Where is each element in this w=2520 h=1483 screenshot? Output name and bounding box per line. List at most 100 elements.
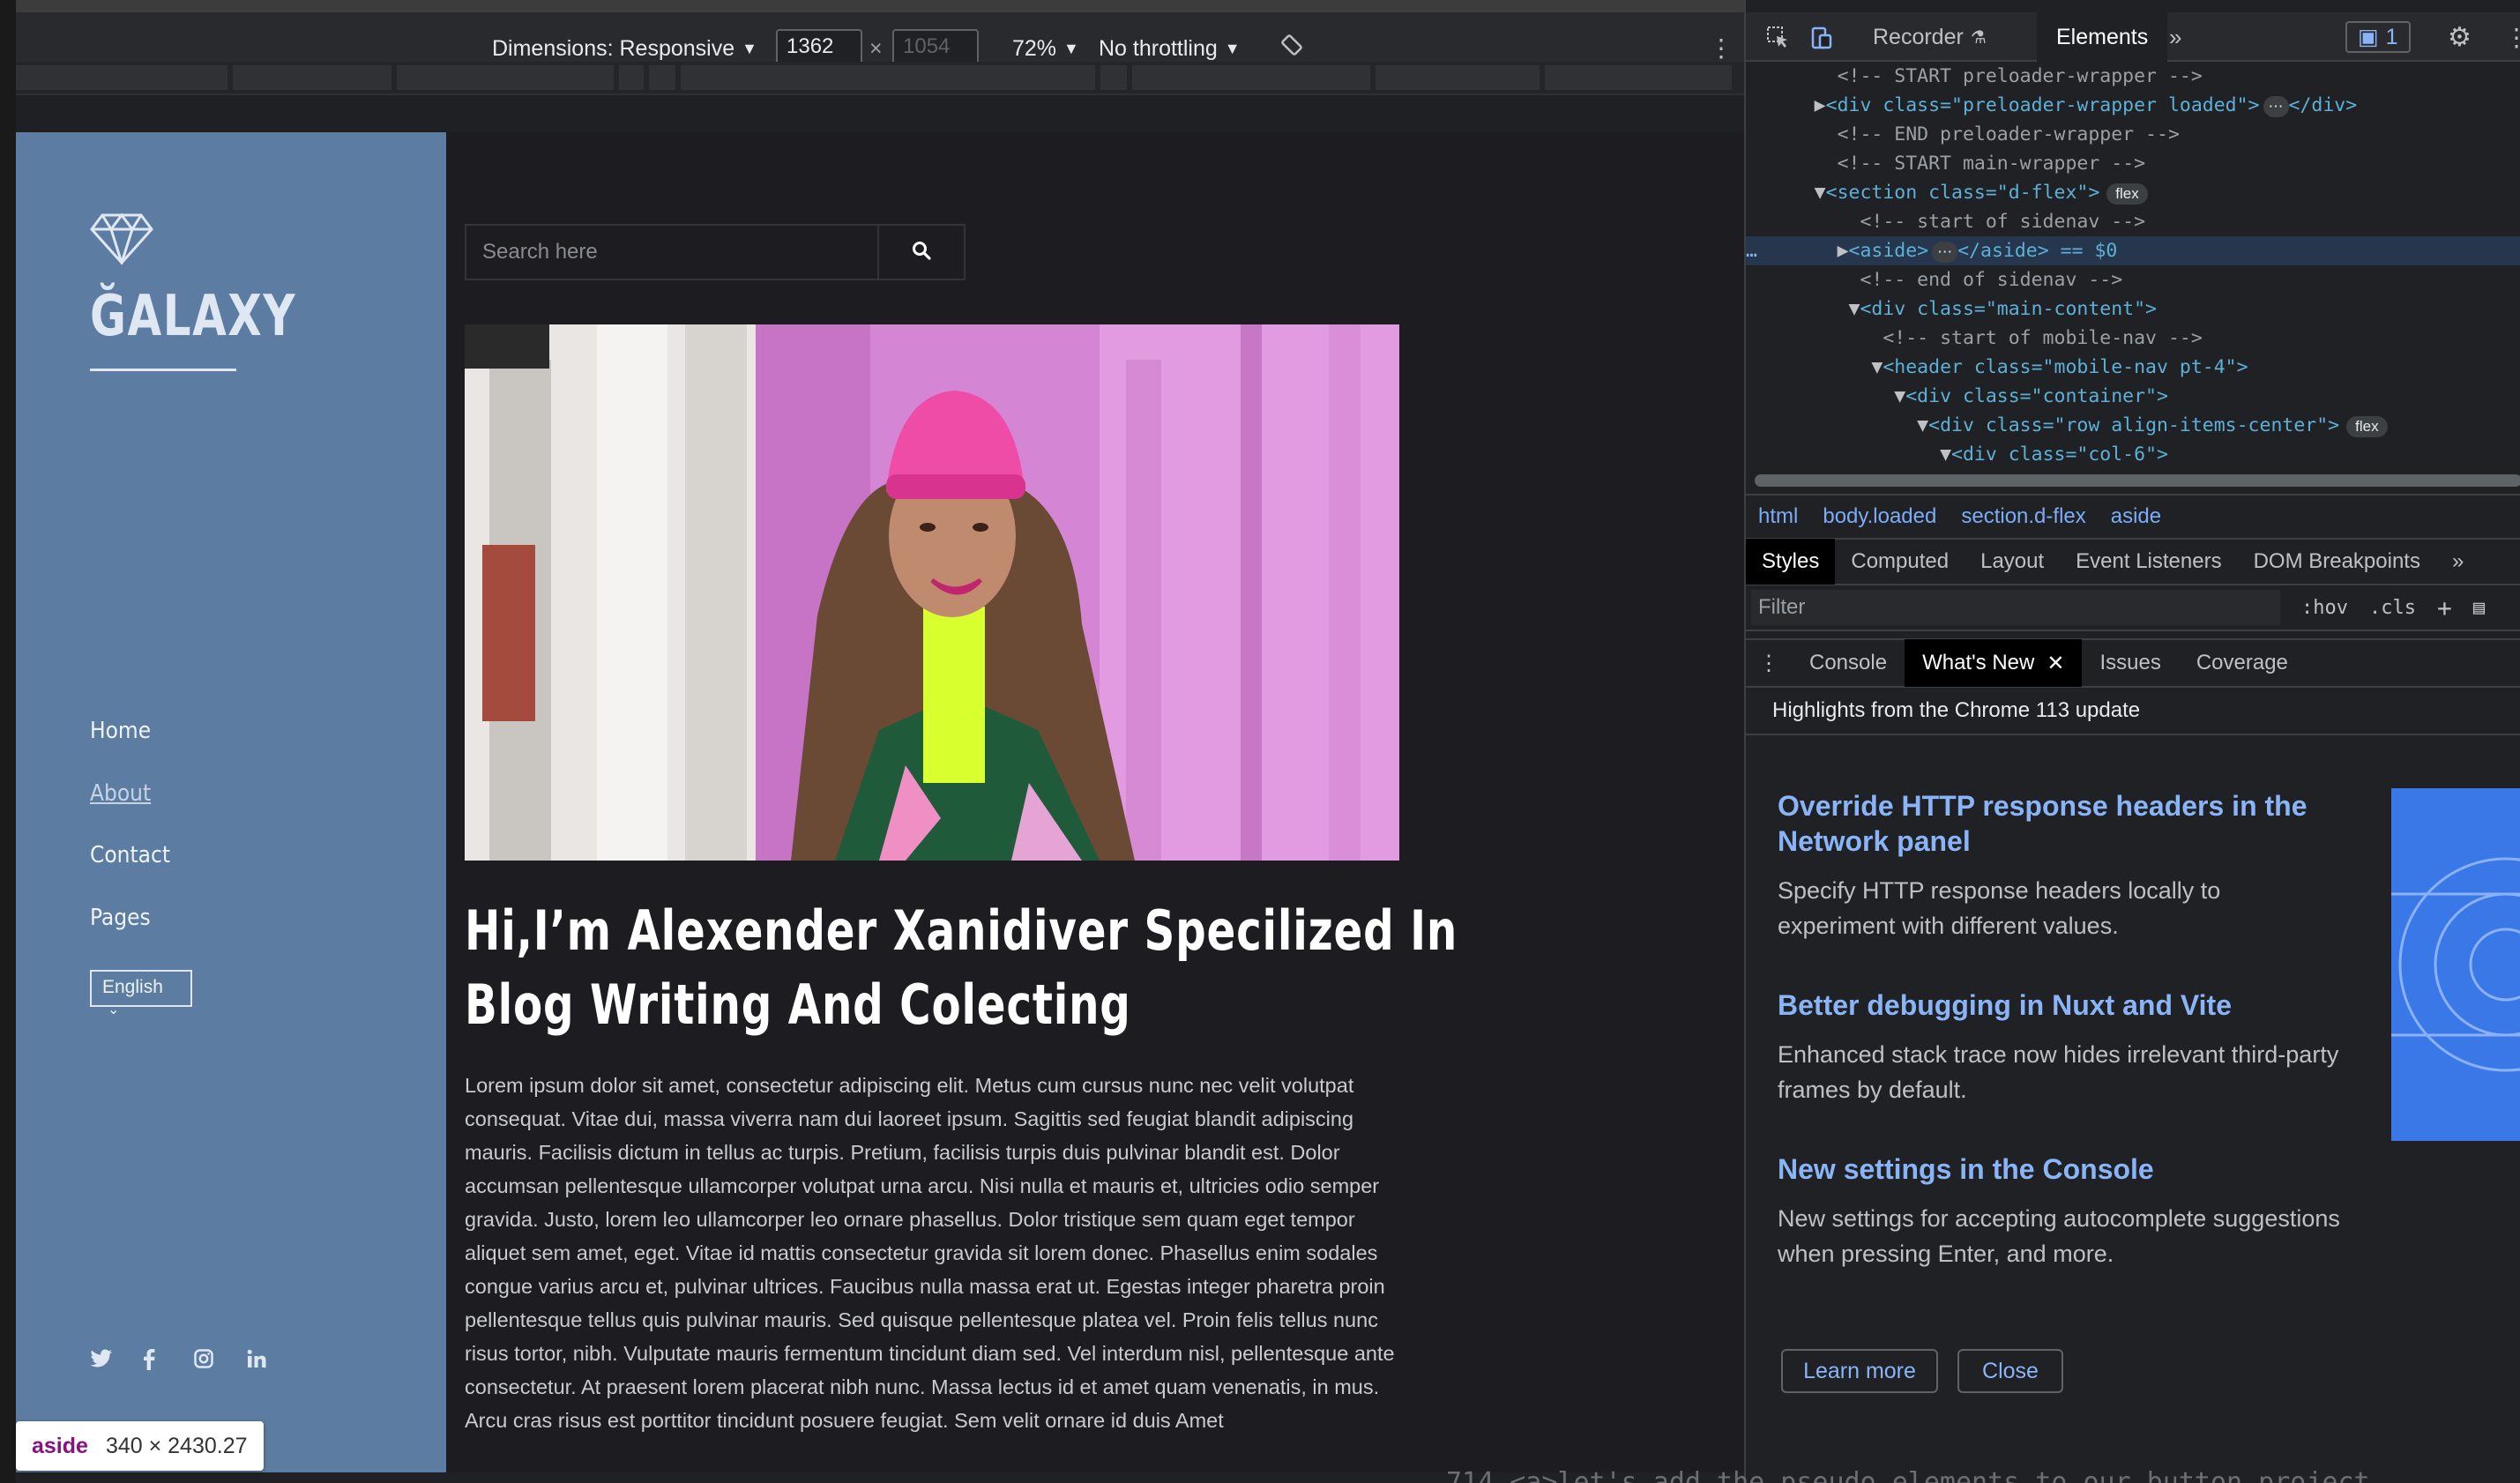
paint-icon[interactable]: ▤ — [2473, 597, 2485, 619]
dom-line[interactable]: ▼<div class="col-6"> — [1746, 440, 2520, 469]
tab-console[interactable]: Console — [1792, 639, 1905, 687]
rotate-icon[interactable] — [1279, 32, 1305, 58]
dom-tree: <!-- START preloader-wrapper --> ▶<div c… — [1746, 62, 2520, 467]
logo-underline — [90, 369, 236, 371]
facebook-icon[interactable] — [143, 1349, 155, 1370]
cls-button[interactable]: .cls — [2369, 597, 2416, 619]
more-options-icon[interactable]: ⋮ — [2485, 12, 2520, 62]
more-options-icon[interactable]: ⋮ — [1709, 34, 1733, 63]
search-icon — [912, 241, 931, 265]
left-window-edge — [0, 0, 16, 1483]
media-query-bar — [16, 62, 1744, 95]
language-label: English — [102, 977, 163, 997]
tab-issues[interactable]: Issues — [2082, 639, 2178, 687]
dom-line[interactable]: ▼<header class="mobile-nav pt-4"> — [1746, 353, 2520, 382]
add-rule-icon[interactable]: + — [2437, 593, 2452, 622]
dom-line[interactable]: ▼<div class="main-content"> — [1746, 294, 2520, 324]
whats-new-header: Highlights from the Chrome 113 update — [1746, 688, 2520, 735]
dom-line[interactable]: <!-- END preloader-wrapper --> — [1746, 120, 2520, 149]
hov-button[interactable]: :hov — [2301, 597, 2348, 619]
whats-new-item: Better debugging in Nuxt and Vite Enhanc… — [1778, 987, 2342, 1107]
learn-more-button[interactable]: Learn more — [1781, 1349, 1938, 1393]
dom-line[interactable]: ▼<section class="d-flex"> flex — [1746, 178, 2520, 207]
tab-computed[interactable]: Computed — [1835, 539, 1965, 585]
zoom-label: 72% — [1012, 36, 1057, 61]
headline-line-1: Hi,I’m Alexender Xanidiver Specilized In — [465, 898, 1458, 963]
dom-line[interactable]: ▼<div class="container"> — [1746, 382, 2520, 411]
tab-layout[interactable]: Layout — [1965, 539, 2060, 585]
search-bar — [465, 224, 966, 280]
whats-new-item: New settings in the Console New settings… — [1778, 1151, 2342, 1271]
more-tabs-icon[interactable]: » — [2150, 12, 2201, 62]
whats-new-title[interactable]: Override HTTP response headers in the Ne… — [1778, 788, 2342, 859]
site-logo[interactable]: ĞALAXY — [90, 284, 296, 349]
tab-dom-breakpoints[interactable]: DOM Breakpoints — [2238, 539, 2436, 585]
times-sign: × — [869, 36, 883, 61]
close-button[interactable]: Close — [1957, 1349, 2063, 1393]
whats-new-desc: New settings for accepting autocomplete … — [1778, 1205, 2340, 1267]
tooltip-tag-name: aside — [32, 1433, 88, 1458]
more-subtabs-icon[interactable]: » — [2436, 539, 2479, 585]
dom-line[interactable]: <!-- start of sidenav --> — [1746, 207, 2520, 236]
twitter-icon[interactable] — [90, 1349, 113, 1368]
tab-whats-new[interactable]: What's New ✕ — [1905, 639, 2083, 687]
search-input[interactable] — [466, 226, 879, 279]
flask-icon: ⚗ — [1970, 27, 1987, 48]
post-body: Lorem ipsum dolor sit amet, consectetur … — [465, 1074, 1395, 1432]
height-input[interactable]: 1054 — [892, 29, 979, 66]
device-toolbar-icon[interactable] — [1790, 12, 1853, 62]
nav-home[interactable]: Home — [90, 718, 151, 744]
dom-line[interactable]: ▼<div class="row align-items-center"> fle… — [1746, 411, 2520, 440]
dom-line[interactable]: <!-- START main-wrapper --> — [1746, 149, 2520, 178]
drawer-tabbar: ⋮ Console What's New ✕ Issues Coverage — [1746, 638, 2520, 688]
search-button[interactable] — [879, 226, 964, 279]
tab-elements[interactable]: Elements — [2037, 12, 2168, 62]
throttle-dropdown[interactable]: No throttling ▼ — [1099, 36, 1241, 62]
tab-coverage[interactable]: Coverage — [2179, 639, 2306, 687]
dimensions-label: Dimensions: Responsive — [492, 36, 735, 61]
drawer-menu-icon[interactable]: ⋮ — [1746, 639, 1792, 687]
linkedin-icon[interactable] — [247, 1349, 266, 1368]
post-headline: Hi,I’m Alexender Xanidiver Specilized In… — [465, 894, 1457, 1042]
dom-line-selected[interactable]: … ▶<aside> ⋯ </aside> == $0 — [1746, 236, 2520, 265]
chevron-down-icon: ▼ — [742, 40, 757, 57]
language-select[interactable]: English ⌄ — [90, 970, 192, 1017]
width-input[interactable]: 1362 — [776, 29, 862, 66]
chevron-down-icon: ⌄ — [108, 1002, 120, 1017]
background-editor-text: 714 <a>let's add the pseudo elements to … — [1446, 1467, 2370, 1483]
styles-filter-bar: :hov .cls + ▤ — [1746, 585, 2520, 631]
breadcrumb-body[interactable]: body.loaded — [1823, 504, 1936, 529]
throttle-label: No throttling — [1099, 36, 1218, 61]
dom-line[interactable]: <!-- end of sidenav --> — [1746, 265, 2520, 294]
tab-event-listeners[interactable]: Event Listeners — [2060, 539, 2237, 585]
breadcrumb: html body.loaded section.d-flex aside — [1746, 494, 2520, 540]
instagram-icon[interactable] — [194, 1349, 213, 1368]
whats-new-desc: Enhanced stack trace now hides irrelevan… — [1778, 1041, 2339, 1103]
breadcrumb-html[interactable]: html — [1758, 504, 1798, 529]
dimensions-dropdown[interactable]: Dimensions: Responsive ▼ — [492, 36, 757, 62]
viewport-top-strip — [16, 95, 1744, 132]
breadcrumb-section[interactable]: section.d-flex — [1961, 504, 2085, 529]
horizontal-scrollbar[interactable] — [1755, 474, 2520, 487]
filter-input[interactable] — [1751, 590, 2280, 625]
tooltip-size: 340 × 2430.27 — [105, 1433, 248, 1458]
tab-styles[interactable]: Styles — [1746, 539, 1836, 585]
element-size-tooltip: aside 340 × 2430.27 — [16, 1421, 264, 1471]
close-icon[interactable]: ✕ — [2047, 651, 2064, 676]
dom-line[interactable]: <!-- START preloader-wrapper --> — [1746, 62, 2520, 91]
nav-about[interactable]: About — [90, 780, 151, 807]
zoom-dropdown[interactable]: 72% ▼ — [1012, 36, 1079, 62]
nav-contact[interactable]: Contact — [90, 842, 170, 868]
breadcrumb-aside[interactable]: aside — [2111, 504, 2161, 529]
whats-new-title[interactable]: New settings in the Console — [1778, 1151, 2342, 1187]
whats-new-title[interactable]: Better debugging in Nuxt and Vite — [1778, 987, 2342, 1023]
dom-line[interactable]: <!-- start of mobile-nav --> — [1746, 324, 2520, 353]
dom-line[interactable]: ▶<div class="preloader-wrapper loaded"> ⋯… — [1746, 91, 2520, 120]
tab-recorder[interactable]: Recorder ⚗ — [1853, 12, 2006, 62]
hero-photo — [465, 324, 1399, 861]
devtools-tabbar: Recorder ⚗ Elements » ▣ 1 ⚙ ⋮ — [1746, 12, 2520, 62]
styles-subtabs: Styles Computed Layout Event Listeners D… — [1746, 539, 2520, 585]
settings-gear-icon[interactable]: ⚙ — [2428, 12, 2491, 62]
nav-pages[interactable]: Pages — [90, 905, 151, 931]
issues-counter[interactable]: ▣ 1 — [2345, 21, 2411, 53]
